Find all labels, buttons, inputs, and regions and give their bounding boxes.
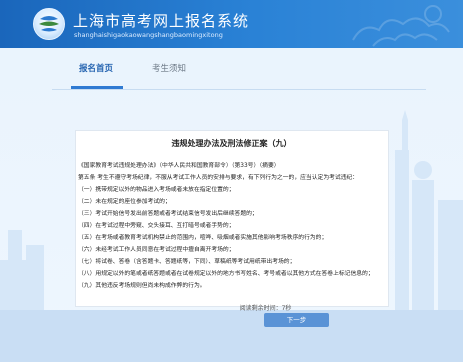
next-step-button[interactable]: 下一步 xyxy=(264,313,329,327)
notice-line: （七）将试卷、答卷（含答题卡、答题纸等，下同）、草稿纸等考试用纸带出考场的； xyxy=(78,259,296,265)
notice-body: 《国家教育考试违规处理办法》（中华人民共和国教育部令）（第33号）（摘要） 第五… xyxy=(78,160,386,292)
tab-home[interactable]: 报名首页 xyxy=(79,62,113,74)
site-logo xyxy=(33,8,65,40)
nav-tabs: 报名首页 考生须知 xyxy=(0,48,463,90)
notice-line: （八）用规定以外的笔或者纸答题或者在试卷规定以外的地方书写姓名、考号或者以其他方… xyxy=(78,271,374,277)
tab-candidate-notice[interactable]: 考生须知 xyxy=(152,62,186,74)
tabs-divider xyxy=(52,89,426,90)
notice-line: （六）未经考试工作人员同意在考试过程中擅自离开考场的； xyxy=(78,247,235,253)
reading-timer: 阅读剩余时间：7秒 xyxy=(239,305,292,312)
notice-line: 《国家教育考试违规处理办法》（中华人民共和国教育部令）（第33号）（摘要） xyxy=(78,163,280,169)
notice-title: 违规处理办法及刑法修正案（九） xyxy=(171,139,292,148)
active-tab-indicator xyxy=(71,86,123,89)
notice-line: （三）考试开始信号发出前答题或者考试结束信号发出后继续答题的； xyxy=(78,211,258,217)
notice-line: （四）在考试过程中旁窥、交头接耳、互打暗号或者手势的； xyxy=(78,223,235,229)
notice-line: （二）未在规定的座位参加考试的； xyxy=(78,199,171,205)
cloud-pattern-decoration xyxy=(352,5,450,47)
site-title: 上海市高考网上报名系统 xyxy=(73,12,250,30)
header-bar: 上海市高考网上报名系统 shanghaishigaokaowangshangba… xyxy=(0,0,463,48)
notice-line: （一）携带规定以外的物品进入考场或者未放在指定位置的； xyxy=(78,187,235,193)
notice-line: （五）在考场或者教育考试机构禁止的范围内，喧哗、吸烟或者实施其他影响考场秩序的行… xyxy=(78,235,328,241)
site-subtitle: shanghaishigaokaowangshangbaomingxitong xyxy=(74,31,223,39)
notice-line: （九）其他违反考场规则但尚未构成作弊的行为。 xyxy=(78,283,206,289)
notice-line: 第五条 考生不遵守考场纪律，不服从考试工作人员的安排与要求，有下列行为之一的，应… xyxy=(78,175,359,181)
